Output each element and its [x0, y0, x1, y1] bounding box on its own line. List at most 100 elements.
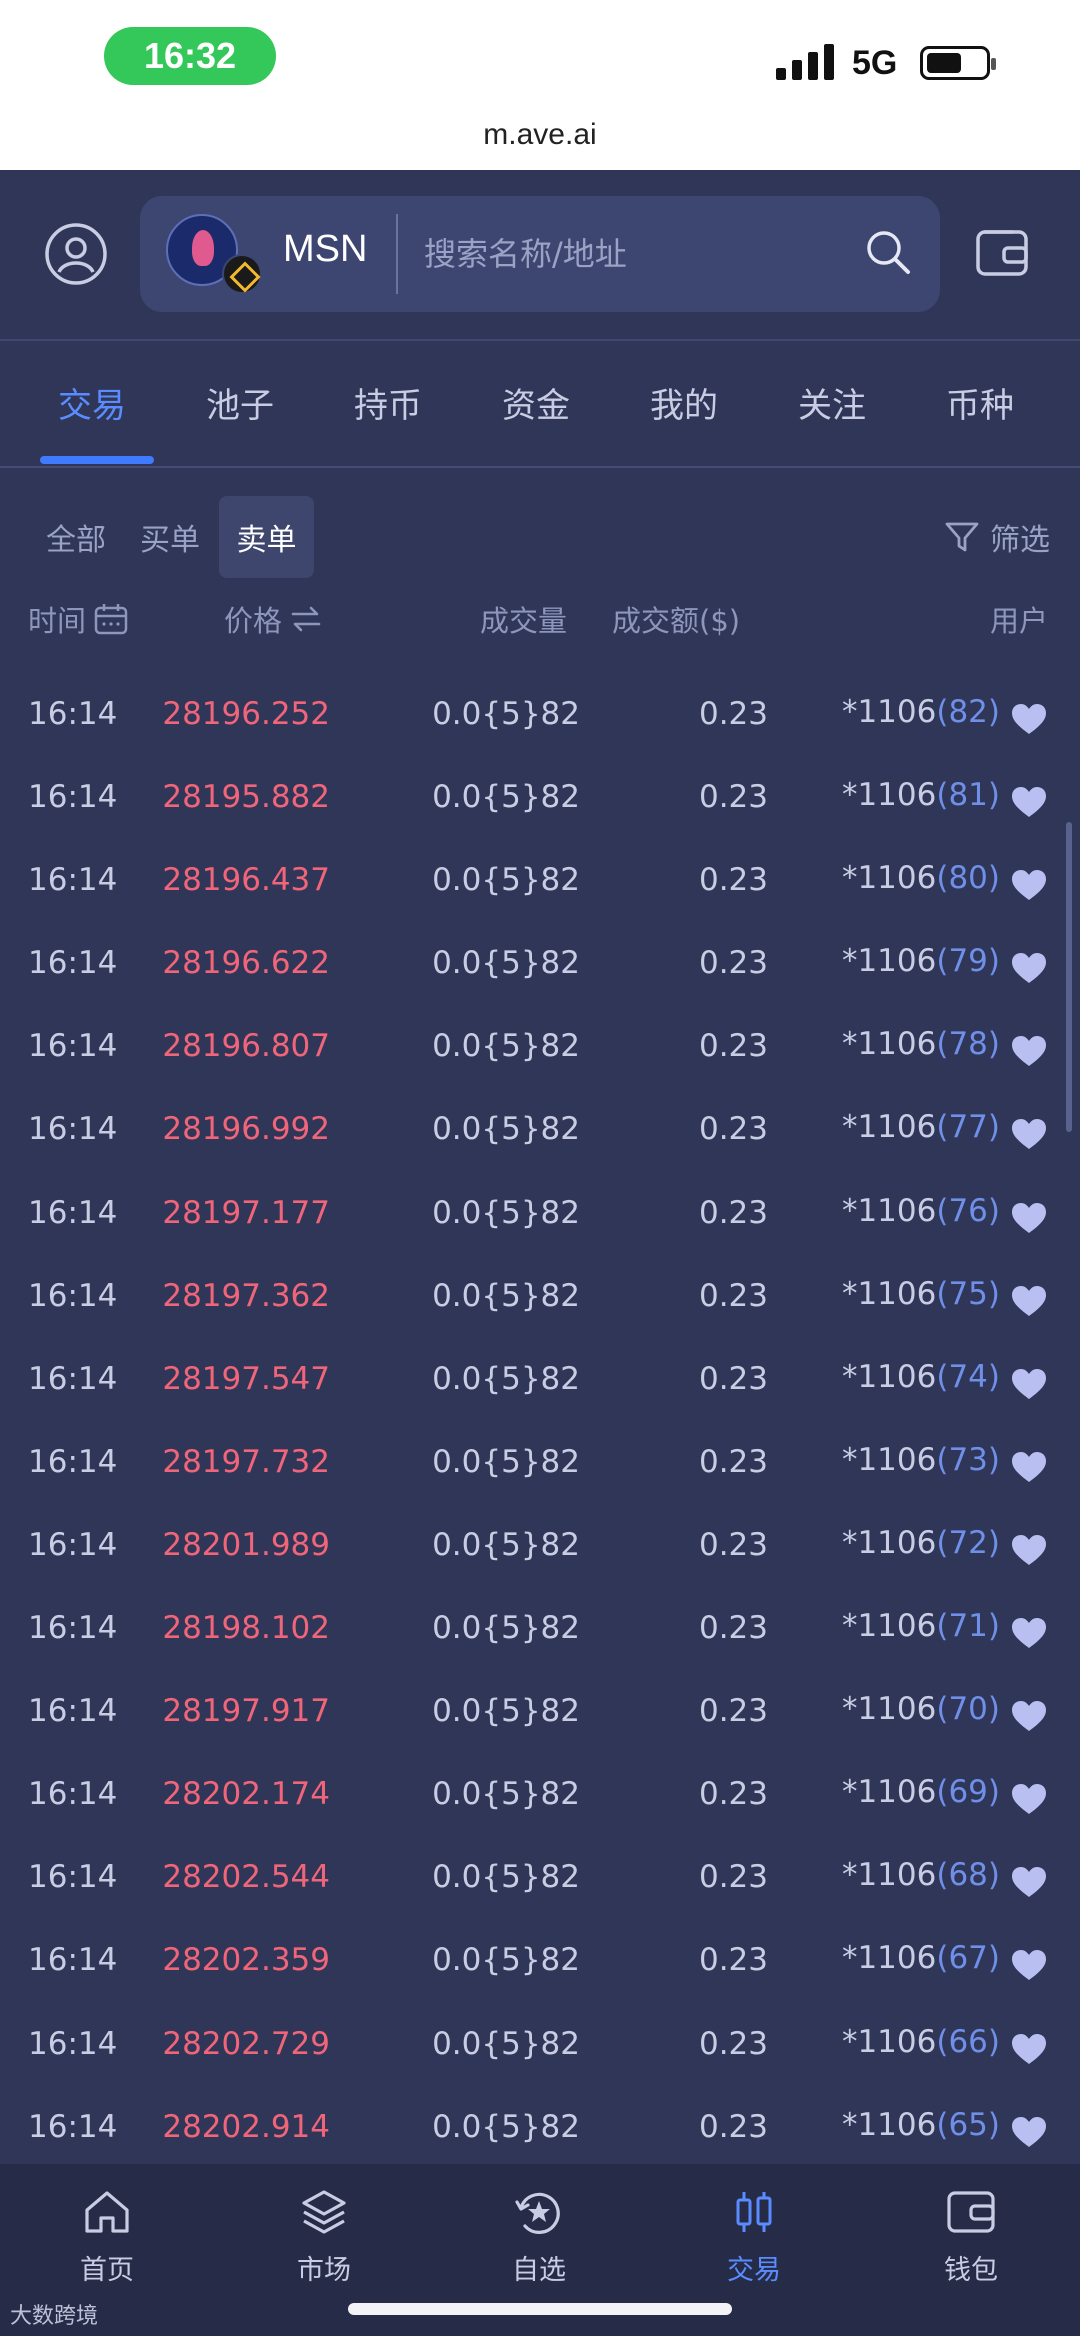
filter-sell[interactable]: 卖单	[219, 496, 314, 578]
tab-pools[interactable]: 池子	[206, 378, 274, 427]
heart-icon[interactable]	[1010, 951, 1048, 985]
user-trade-count: (78)	[936, 1026, 1000, 1063]
trade-user[interactable]: *1106(78)	[842, 1026, 1000, 1062]
table-row[interactable]: 16:14 28196.252 0.0{5}82 0.23 *1106(82)	[0, 676, 1080, 759]
heart-icon[interactable]	[1010, 1201, 1048, 1235]
trade-user[interactable]: *1106(69)	[842, 1774, 1000, 1810]
filter-buy[interactable]: 买单	[128, 496, 212, 578]
user-trade-count: (72)	[936, 1524, 1000, 1561]
table-row[interactable]: 16:14 28195.882 0.0{5}82 0.23 *1106(81)	[0, 759, 1080, 842]
heart-icon[interactable]	[1010, 1865, 1048, 1899]
trade-time: 16:14	[28, 779, 118, 816]
tab-mine[interactable]: 我的	[650, 378, 718, 427]
trade-user[interactable]: *1106(80)	[842, 860, 1000, 896]
table-row[interactable]: 16:14 28202.359 0.0{5}82 0.23 *1106(67)	[0, 1922, 1080, 2005]
trade-user[interactable]: *1106(70)	[842, 1691, 1000, 1727]
heart-icon[interactable]	[1010, 702, 1048, 736]
user-trade-count: (80)	[936, 860, 1000, 897]
trade-user[interactable]: *1106(76)	[842, 1193, 1000, 1229]
trade-price: 28196.992	[162, 1111, 330, 1148]
scrollbar[interactable]	[1066, 822, 1072, 1132]
trade-user[interactable]: *1106(77)	[842, 1109, 1000, 1145]
table-row[interactable]: 16:14 28197.732 0.0{5}82 0.23 *1106(73)	[0, 1424, 1080, 1507]
table-row[interactable]: 16:14 28202.914 0.0{5}82 0.23 *1106(65)	[0, 2089, 1080, 2172]
heart-icon[interactable]	[1010, 1616, 1048, 1650]
heart-icon[interactable]	[1010, 1117, 1048, 1151]
heart-icon[interactable]	[1010, 2115, 1048, 2149]
trade-user[interactable]: *1106(68)	[842, 1857, 1000, 1893]
search-input[interactable]	[424, 224, 844, 284]
heart-icon[interactable]	[1010, 785, 1048, 819]
trade-user[interactable]: *1106(74)	[842, 1359, 1000, 1395]
user-address: *1106	[841, 1192, 937, 1229]
heart-icon[interactable]	[1010, 1034, 1048, 1068]
nav-favorites[interactable]: 自选	[469, 2186, 609, 2287]
table-row[interactable]: 16:14 28197.177 0.0{5}82 0.23 *1106(76)	[0, 1175, 1080, 1258]
table-row[interactable]: 16:14 28201.989 0.0{5}82 0.23 *1106(72)	[0, 1507, 1080, 1590]
trade-user[interactable]: *1106(79)	[842, 943, 1000, 979]
trade-volume: 0.0{5}82	[432, 862, 580, 899]
trade-price: 28197.362	[162, 1277, 330, 1314]
heart-icon[interactable]	[1010, 1533, 1048, 1567]
trade-user[interactable]: *1106(81)	[842, 777, 1000, 813]
user-address: *1106	[841, 1524, 937, 1561]
search-bar[interactable]: MSN	[140, 196, 940, 312]
nav-home[interactable]: 首页	[37, 2186, 177, 2287]
trade-volume: 0.0{5}82	[432, 2025, 580, 2062]
trade-user[interactable]: *1106(65)	[842, 2107, 1000, 2143]
table-row[interactable]: 16:14 28196.437 0.0{5}82 0.23 *1106(80)	[0, 842, 1080, 925]
trade-user[interactable]: *1106(71)	[842, 1608, 1000, 1644]
tab-holders[interactable]: 持币	[354, 378, 422, 427]
trade-price: 28196.807	[162, 1028, 330, 1065]
token-name[interactable]: MSN	[283, 228, 367, 271]
table-row[interactable]: 16:14 28202.174 0.0{5}82 0.23 *1106(69)	[0, 1756, 1080, 1839]
trade-user[interactable]: *1106(66)	[842, 2024, 1000, 2060]
table-row[interactable]: 16:14 28197.362 0.0{5}82 0.23 *1106(75)	[0, 1258, 1080, 1341]
filter-button[interactable]: 筛选	[944, 510, 1050, 564]
calendar-icon[interactable]	[94, 603, 128, 635]
heart-icon[interactable]	[1010, 1948, 1048, 1982]
col-time[interactable]: 时间	[28, 598, 128, 640]
home-indicator[interactable]	[348, 2303, 732, 2315]
heart-icon[interactable]	[1010, 1367, 1048, 1401]
tab-funds[interactable]: 资金	[502, 378, 570, 427]
table-row[interactable]: 16:14 28196.992 0.0{5}82 0.23 *1106(77)	[0, 1091, 1080, 1174]
search-icon[interactable]	[862, 226, 914, 278]
trade-user[interactable]: *1106(72)	[842, 1525, 1000, 1561]
table-row[interactable]: 16:14 28202.544 0.0{5}82 0.23 *1106(68)	[0, 1839, 1080, 1922]
heart-icon[interactable]	[1010, 2032, 1048, 2066]
trade-user[interactable]: *1106(75)	[842, 1276, 1000, 1312]
url-bar[interactable]: m.ave.ai	[0, 118, 1080, 170]
filter-all[interactable]: 全部	[34, 496, 118, 578]
trade-user[interactable]: *1106(73)	[842, 1442, 1000, 1478]
heart-icon[interactable]	[1010, 1699, 1048, 1733]
table-row[interactable]: 16:14 28202.729 0.0{5}82 0.23 *1106(66)	[0, 2006, 1080, 2089]
trade-volume: 0.0{5}82	[432, 696, 580, 732]
nav-trade[interactable]: 交易	[684, 2186, 824, 2287]
nav-wallet[interactable]: 钱包	[901, 2186, 1041, 2287]
trade-user[interactable]: *1106(82)	[842, 694, 1000, 730]
table-row[interactable]: 16:14 28197.547 0.0{5}82 0.23 *1106(74)	[0, 1341, 1080, 1424]
table-row[interactable]: 16:14 28196.622 0.0{5}82 0.23 *1106(79)	[0, 925, 1080, 1008]
heart-icon[interactable]	[1010, 868, 1048, 902]
wallet-icon	[947, 2191, 995, 2233]
swap-arrows-icon[interactable]	[290, 604, 322, 634]
trade-amount: 0.23	[698, 1360, 768, 1397]
tab-token-info[interactable]: 币种	[946, 378, 1014, 427]
user-icon[interactable]	[44, 222, 108, 286]
heart-icon[interactable]	[1010, 1284, 1048, 1318]
table-row[interactable]: 16:14 28197.917 0.0{5}82 0.23 *1106(70)	[0, 1673, 1080, 1756]
tab-watchlist[interactable]: 关注	[798, 378, 866, 427]
heart-icon[interactable]	[1010, 1450, 1048, 1484]
nav-market[interactable]: 市场	[254, 2186, 394, 2287]
main-tabs: 交易 池子 持币 资金 我的 关注 币种	[0, 342, 1080, 466]
table-row[interactable]: 16:14 28196.807 0.0{5}82 0.23 *1106(78)	[0, 1008, 1080, 1091]
table-row[interactable]: 16:14 28198.102 0.0{5}82 0.23 *1106(71)	[0, 1590, 1080, 1673]
trade-user[interactable]: *1106(67)	[842, 1940, 1000, 1976]
tab-trades[interactable]: 交易	[58, 378, 126, 427]
wallet-icon[interactable]	[974, 224, 1030, 280]
heart-icon[interactable]	[1010, 1782, 1048, 1816]
active-tab-indicator	[40, 456, 154, 464]
col-amount: 成交额($)	[612, 604, 741, 638]
col-price[interactable]: 价格	[224, 598, 322, 640]
